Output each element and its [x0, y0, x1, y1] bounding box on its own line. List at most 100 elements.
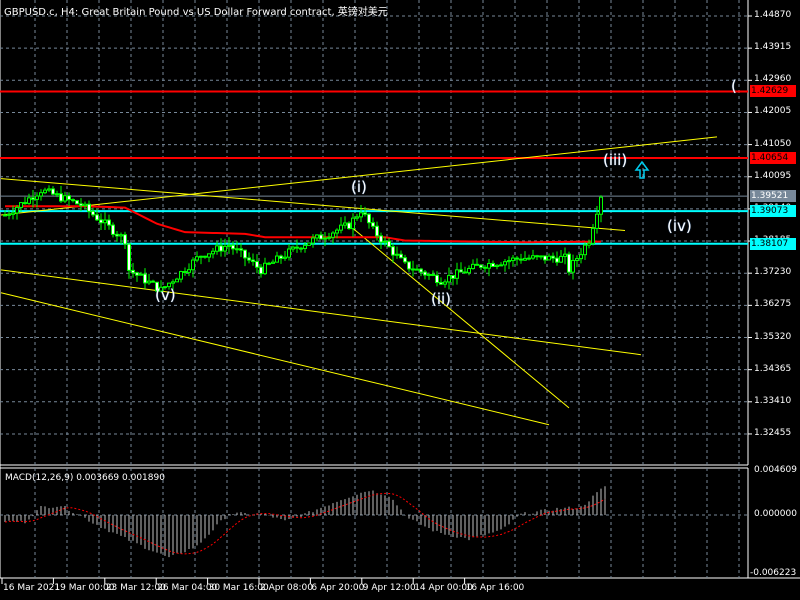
candle-body — [303, 244, 307, 249]
candle-body — [187, 269, 191, 273]
candle-body — [207, 253, 211, 258]
macd-axis-max: 0.004609 — [754, 465, 797, 475]
candle-body — [431, 273, 435, 276]
candle-body — [383, 240, 387, 243]
candle-body — [335, 229, 339, 234]
price-axis-label: 1.42960 — [754, 74, 792, 85]
candle-body — [467, 268, 471, 274]
candle-body — [587, 242, 591, 246]
candle-body — [115, 233, 119, 237]
candle-body — [179, 271, 183, 280]
candle-body — [471, 263, 475, 270]
candle-body — [95, 214, 99, 221]
candle-body — [27, 197, 31, 204]
candle-body — [447, 275, 451, 283]
candle-body — [43, 189, 47, 194]
candle-body — [575, 258, 579, 261]
candle-body — [47, 188, 51, 191]
time-axis-label: 9 Apr 12:00 — [362, 583, 416, 593]
time-axis-label: 2 Apr 08:00 — [260, 583, 313, 593]
candle-body — [375, 225, 379, 237]
candle-body — [31, 197, 35, 200]
candle-body — [379, 235, 383, 243]
candle-body — [403, 257, 407, 263]
time-axis-label: 16 Apr 16:00 — [465, 583, 525, 593]
candle-body — [83, 203, 87, 207]
candle-body — [243, 249, 247, 259]
price-axis-label: 1.34365 — [754, 363, 792, 374]
candle-body — [507, 260, 511, 263]
candle-body — [579, 254, 583, 260]
candle-body — [127, 243, 131, 271]
candle-body — [247, 257, 251, 261]
candle-body — [59, 193, 63, 202]
candle-body — [51, 188, 55, 195]
candle-body — [151, 280, 155, 283]
candle-body — [491, 262, 495, 267]
candle-body — [67, 195, 71, 201]
candle-body — [599, 196, 603, 215]
candle-body — [487, 262, 491, 269]
price-axis-label: 1.37230 — [754, 267, 792, 278]
candle-body — [135, 272, 139, 276]
wave-label: ( — [731, 77, 737, 96]
candle-body — [251, 259, 255, 263]
candle-body — [415, 268, 419, 271]
price-chart[interactable] — [0, 0, 800, 600]
candle-body — [291, 246, 295, 250]
candle-body — [203, 255, 207, 258]
candle-body — [199, 255, 203, 258]
candle-body — [139, 273, 143, 276]
candle-body — [511, 257, 515, 262]
candle-body — [295, 246, 299, 249]
price-tag: 1.38107 — [750, 237, 796, 250]
wave-label: (iii) — [603, 151, 628, 170]
candle-body — [563, 253, 567, 257]
candle-body — [23, 202, 27, 205]
price-axis-label: 1.44870 — [754, 10, 792, 20]
candle-body — [287, 248, 291, 258]
candle-body — [423, 271, 427, 276]
candle-body — [307, 242, 311, 246]
candle-body — [531, 255, 535, 259]
candle-body — [523, 257, 527, 261]
wave-label: (i) — [351, 178, 367, 197]
price-axis-label: 1.36275 — [754, 299, 792, 310]
candle-body — [459, 269, 463, 273]
trendline — [0, 136, 718, 216]
candle-body — [407, 261, 411, 270]
candle-body — [71, 199, 75, 202]
candle-body — [15, 206, 19, 214]
candle-body — [359, 212, 363, 218]
candle-body — [483, 266, 487, 269]
candle-body — [547, 255, 551, 261]
candle-body — [123, 234, 127, 245]
price-tag: 1.40654 — [750, 151, 796, 164]
candle-body — [211, 250, 215, 255]
candle-body — [455, 269, 459, 279]
candle-body — [551, 255, 555, 259]
candle-body — [351, 217, 355, 230]
candle-body — [343, 222, 347, 226]
price-axis-label: 1.33410 — [754, 395, 792, 406]
candle-body — [519, 258, 523, 261]
price-tag: 1.39073 — [750, 205, 796, 218]
candle-body — [231, 244, 235, 250]
candle-body — [515, 257, 519, 260]
candle-body — [339, 224, 343, 231]
candle-body — [319, 234, 323, 240]
candle-body — [215, 245, 219, 252]
price-tag: 1.39521 — [750, 190, 796, 203]
candle-body — [427, 273, 431, 276]
price-tag: 1.42629 — [750, 85, 796, 98]
up-arrow-icon — [634, 160, 650, 179]
chart-title: GBPUSD.c, H4: Great Britain Pound vs US … — [4, 7, 388, 18]
candle-body — [107, 219, 111, 226]
candle-body — [275, 255, 279, 263]
candle-body — [555, 257, 559, 263]
time-axis-label: 16 Mar 2021 — [3, 583, 61, 593]
price-axis-label: 1.35320 — [754, 331, 792, 342]
candle-body — [235, 248, 239, 251]
time-axis-label: 14 Apr 00:00 — [414, 583, 473, 593]
candle-body — [87, 203, 91, 212]
